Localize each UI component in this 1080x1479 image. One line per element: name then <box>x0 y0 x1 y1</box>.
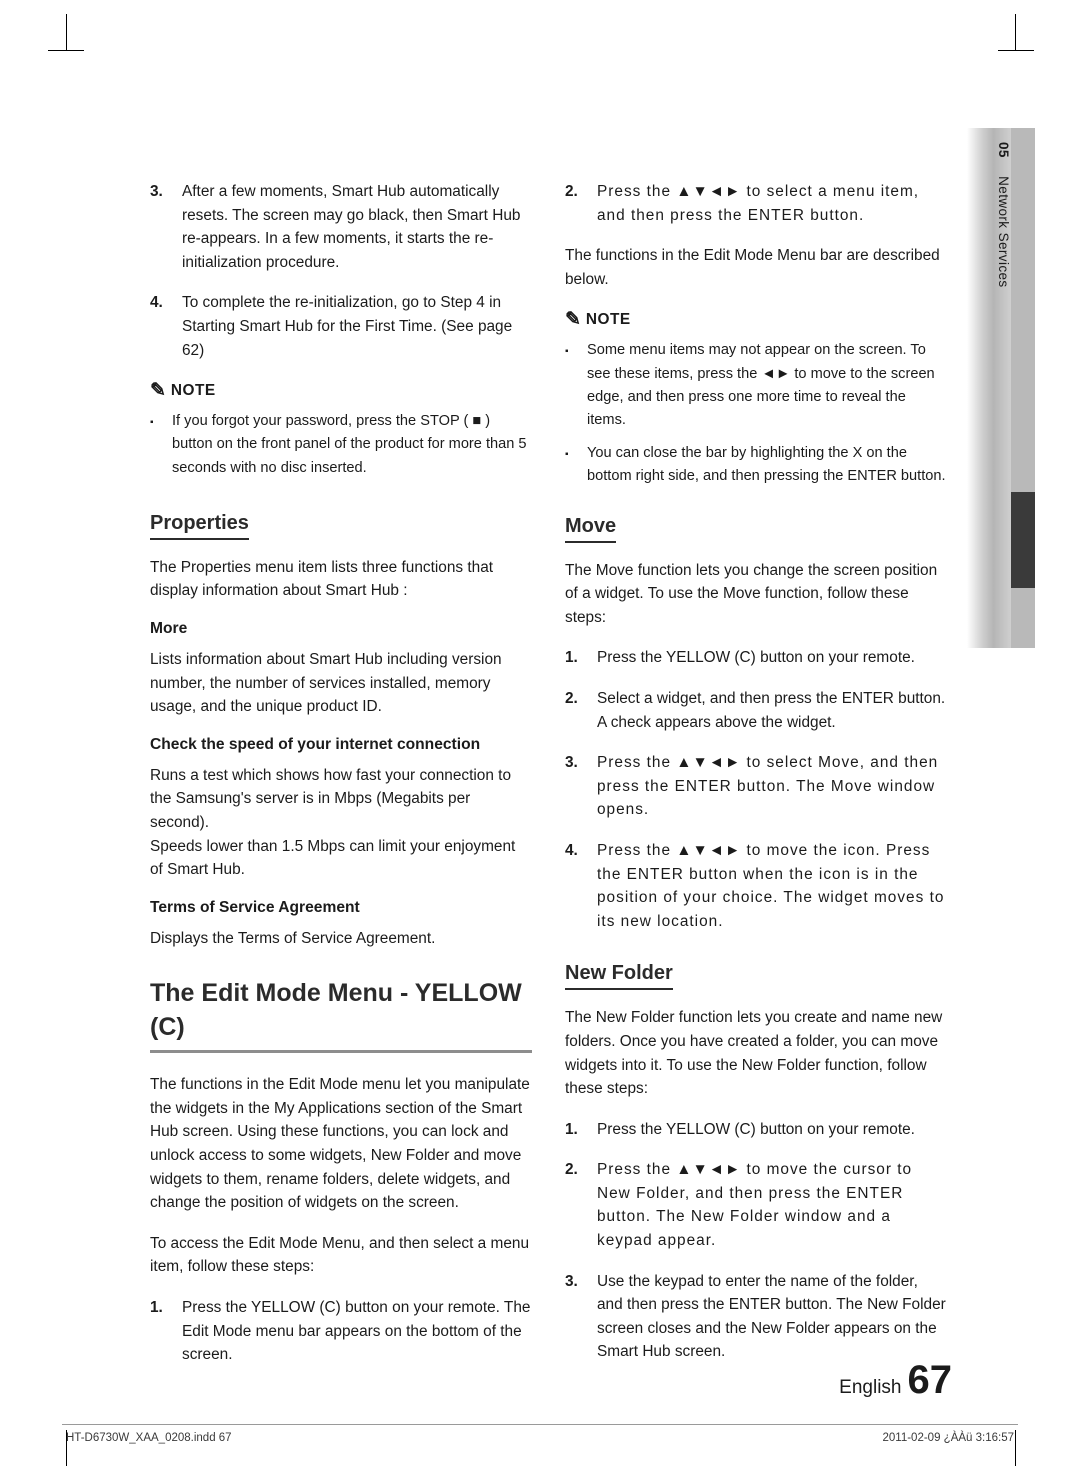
move-step-1: 1. Press the YELLOW (C) button on your r… <box>565 646 947 670</box>
edit-mode-title: The Edit Mode Menu - YELLOW (C) <box>150 979 522 1042</box>
move-step-4: 4. Press the ▲▼◄► to move the icon. Pres… <box>565 839 947 933</box>
crop-mark-top-right-v <box>1015 14 1016 50</box>
move-intro: The Move function lets you change the sc… <box>565 561 938 626</box>
left-note-item-1: ▪ If you forgot your password, press the… <box>150 410 532 480</box>
footer-timestamp: 2011-02-09 ¿ÀÀü 3:16:57 <box>882 1432 1015 1444</box>
edit-step-1: 1. Press the YELLOW (C) button on your r… <box>150 1296 532 1367</box>
left-step-3-text: After a few moments, Smart Hub automatic… <box>182 183 521 271</box>
right-note-item-2: ▪ You can close the bar by highlighting … <box>565 442 947 488</box>
move-step-2-number: 2. <box>565 689 578 707</box>
right-note-label: NOTE <box>585 310 631 328</box>
more-heading: More <box>150 619 188 637</box>
side-tab-text: 05 Network Services <box>967 128 1011 648</box>
crop-mark-bottom-left-v <box>66 1430 67 1466</box>
new-folder-step-2-text: Press the ▲▼◄► to move the cursor to New… <box>597 1161 913 1250</box>
new-folder-step-3-text: Use the keypad to enter the name of the … <box>597 1272 946 1361</box>
right-note-item-1-text: Some menu items may not appear on the sc… <box>587 342 935 428</box>
edit-intro-1: The functions in the Edit Mode menu let … <box>150 1076 530 1212</box>
right-note-header: ✎ NOTE <box>565 308 947 331</box>
page-number: 67 <box>907 1358 953 1402</box>
side-tab-marker <box>1011 492 1035 588</box>
move-step-2: 2. Select a widget, and then press the E… <box>565 687 947 734</box>
speed-heading: Check the speed of your internet connect… <box>150 735 481 753</box>
more-text: Lists information about Smart Hub includ… <box>150 650 502 716</box>
crop-mark-top-left-v <box>66 14 67 50</box>
move-step-4-number: 4. <box>565 841 578 859</box>
new-folder-intro: The New Folder function lets you create … <box>565 1009 943 1098</box>
new-folder-step-1-number: 1. <box>565 1120 578 1138</box>
left-step-3-number: 3. <box>150 183 163 200</box>
edit-mode-title-rule <box>150 1050 532 1054</box>
language-label: English <box>839 1377 902 1398</box>
crop-mark-top-right-h <box>998 50 1034 51</box>
left-step-4-text: To complete the re-initialization, go to… <box>182 294 513 359</box>
page-number-block: English 67 <box>839 1358 952 1403</box>
side-tab-bar <box>1011 128 1035 648</box>
new-folder-step-3: 3. Use the keypad to enter the name of t… <box>565 1270 947 1364</box>
speed-text-1: Runs a test which shows how fast your co… <box>150 766 512 831</box>
note-bullet-icon: ▪ <box>565 346 569 358</box>
new-folder-step-2: 2. Press the ▲▼◄► to move the cursor to … <box>565 1158 947 1252</box>
edit-step-1-number: 1. <box>150 1299 163 1317</box>
move-step-3-text: Press the ▲▼◄► to select Move, and then … <box>597 754 939 819</box>
right-intro: The functions in the Edit Mode Menu bar … <box>565 247 940 288</box>
side-tab-number: 05 <box>996 142 1011 158</box>
edit-mode-title-block: The Edit Mode Menu - YELLOW (C) <box>150 976 532 1054</box>
new-folder-step-1-text: Press the YELLOW (C) button on your remo… <box>597 1120 915 1138</box>
note-bullet-icon: ▪ <box>565 449 569 461</box>
properties-intro: The Properties menu item lists three fun… <box>150 558 494 600</box>
left-step-4-number: 4. <box>150 294 163 312</box>
new-folder-step-3-number: 3. <box>565 1272 578 1290</box>
side-tab-label: Network Services <box>996 176 1011 288</box>
left-step-3: 3. After a few moments, Smart Hub automa… <box>150 180 532 274</box>
move-step-3: 3. Press the ▲▼◄► to select Move, and th… <box>565 751 947 822</box>
new-folder-step-2-number: 2. <box>565 1161 578 1179</box>
move-step-2-text: Select a widget, and then press the ENTE… <box>597 689 946 731</box>
terms-text: Displays the Terms of Service Agreement. <box>150 929 436 947</box>
terms-heading: Terms of Service Agreement <box>150 898 360 916</box>
move-step-3-number: 3. <box>565 754 578 772</box>
properties-heading: Properties <box>150 512 249 540</box>
left-note-item-1-text: If you forgot your password, press the S… <box>172 413 527 476</box>
crop-mark-top-left-h <box>48 50 84 51</box>
crop-mark-bottom-right-v <box>1015 1430 1016 1466</box>
move-heading: Move <box>565 515 617 543</box>
edit-step-1-text: Press the YELLOW (C) button on your remo… <box>182 1299 531 1364</box>
move-step-1-number: 1. <box>565 649 578 667</box>
left-step-4: 4. To complete the re-initialization, go… <box>150 291 532 362</box>
note-bullet-icon: ▪ <box>150 417 154 429</box>
note-icon: ✎ <box>565 309 581 331</box>
left-column: 3. After a few moments, Smart Hub automa… <box>150 180 532 1384</box>
move-step-4-text: Press the ▲▼◄► to move the icon. Press t… <box>597 841 945 930</box>
right-step-2-number: 2. <box>565 183 578 200</box>
new-folder-step-1: 1. Press the YELLOW (C) button on your r… <box>565 1118 947 1142</box>
left-note-header: ✎ NOTE <box>150 379 532 402</box>
right-step-2-text: Press the ▲▼◄► to select a menu item, an… <box>597 183 920 224</box>
manual-page: 05 Network Services 3. After a few momen… <box>0 0 1080 1479</box>
right-note-item-1: ▪ Some menu items may not appear on the … <box>565 339 947 432</box>
move-step-1-text: Press the YELLOW (C) button on your remo… <box>597 649 915 667</box>
footer-filename: HT-D6730W_XAA_0208.indd 67 <box>66 1432 232 1444</box>
left-note-label: NOTE <box>170 381 216 399</box>
right-column: 2. Press the ▲▼◄► to select a menu item,… <box>565 180 947 1381</box>
speed-text-2: Speeds lower than 1.5 Mbps can limit you… <box>150 837 516 879</box>
right-step-2: 2. Press the ▲▼◄► to select a menu item,… <box>565 180 947 227</box>
footer-divider <box>62 1424 1018 1425</box>
right-note-item-2-text: You can close the bar by highlighting th… <box>587 445 946 485</box>
chapter-side-tab: 05 Network Services <box>967 128 1035 648</box>
edit-intro-2: To access the Edit Mode Menu, and then s… <box>150 1234 530 1276</box>
note-icon: ✎ <box>150 380 166 402</box>
new-folder-heading: New Folder <box>565 962 673 991</box>
